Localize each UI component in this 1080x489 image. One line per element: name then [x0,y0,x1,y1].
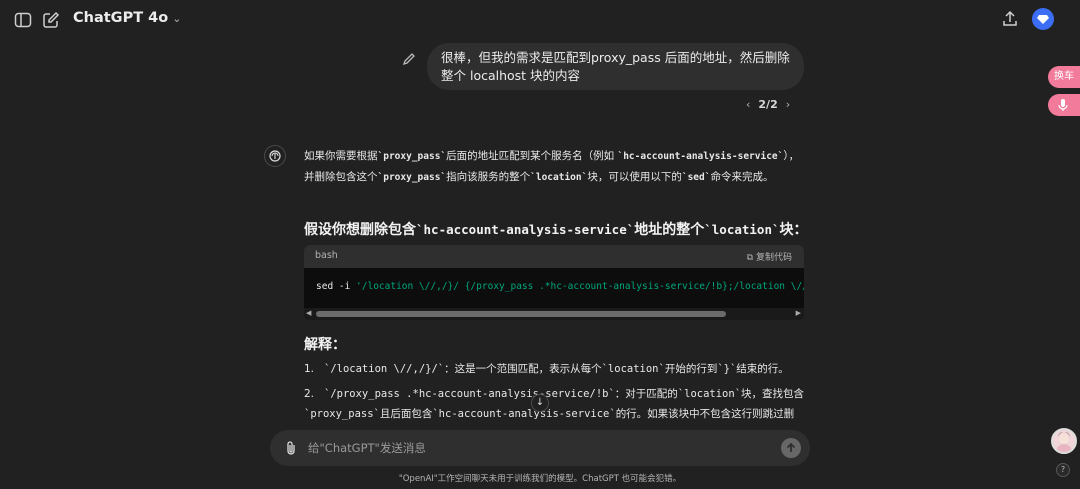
text-segment: 开始的行到 [664,363,718,375]
list-item: 2. `/proxy_pass .*hc-account-analysis-ser… [304,384,804,424]
footer-disclaimer: "OpenAI"工作空间聊天未用于训练我们的模型。ChatGPT 也可能会犯错。 [398,474,682,484]
horizontal-scrollbar[interactable]: ◀ ▶ [304,308,804,320]
list-item: 1. `/location \//,/}/`：这是一个范围匹配，表示从每个`loc… [304,359,804,379]
heading-text: 块： [779,222,808,238]
scroll-down-arrow-icon[interactable]: ↓ [531,394,549,412]
message-pager: ‹ 2/2 › [742,98,794,111]
heading-code: `hc-account-analysis-service` [416,222,635,237]
code-block: bash ⧉ 复制代码 sed -i '/location \//,/}/ {/… [304,245,804,320]
attach-paperclip-icon[interactable] [284,440,298,456]
microphone-icon [1058,99,1068,111]
sidebar-toggle-icon[interactable] [14,11,32,29]
next-version-button[interactable]: › [782,98,794,111]
text-segment: 块，可以使用以下的 [587,171,682,183]
help-button[interactable]: ? [1056,463,1070,477]
inline-code: `}` [717,363,737,375]
text-segment: 后面的地址匹配到某个服务名（例如 [446,150,618,162]
code-command: sed -i [316,281,357,292]
list-number: 2. [304,388,315,400]
scroll-left-arrow-icon[interactable]: ◀ [306,309,311,317]
user-message-text: 很棒，但我的需求是匹配到proxy_pass 后面的地址，然后删除整个 loca… [441,50,790,83]
inline-code: `location` [530,172,588,183]
chevron-down-icon: ⌄ [172,12,182,25]
scroll-right-arrow-icon[interactable]: ▶ [796,309,801,317]
section-heading-1: 假设你想删除包含`hc-account-analysis-service`地址的… [304,219,808,239]
inline-code: `/location \//,/}/` [324,363,445,375]
version-count: 2/2 [758,98,778,111]
copy-icon: ⧉ [746,253,754,263]
user-avatar[interactable] [1051,428,1077,454]
list-number: 1. [304,363,315,375]
edit-message-icon[interactable] [402,51,416,66]
send-button[interactable] [781,438,801,458]
inline-code: `proxy_pass` [304,408,380,420]
text-segment: 指向该服务的整个 [446,171,531,183]
heading-text: 地址的整个 [634,222,705,238]
inline-code: `hc-account-analysis-service` [432,408,616,420]
assistant-intro-text: 如果你需要根据`proxy_pass`后面的地址匹配到某个服务名（例如 `hc-… [304,146,804,188]
text-segment: ：这是一个范围匹配，表示从每个 [444,363,602,375]
top-bar: ChatGPT 4o ⌄ [0,0,1080,40]
text-segment: ：对于匹配的 [614,388,678,400]
user-message-bubble: 很棒，但我的需求是匹配到proxy_pass 后面的地址，然后删除整个 loca… [427,43,804,90]
diamond-icon[interactable] [1032,8,1054,30]
heading-code: `location` [704,222,780,237]
inline-code: `/proxy_pass .*hc-account-analysis-servi… [324,388,615,400]
inline-code: `hc-account-analysis-service` [617,151,784,162]
scrollbar-thumb[interactable] [316,311,726,317]
code-content[interactable]: sed -i '/location \//,/}/ {/proxy_pass .… [304,268,804,308]
new-chat-icon[interactable] [42,11,60,29]
inline-code: `proxy_pass` [377,172,447,183]
text-segment: 如果你需要根据 [304,150,378,162]
code-block-header: bash ⧉ 复制代码 [304,245,804,268]
upload-icon[interactable] [1001,10,1019,28]
microphone-button[interactable] [1048,94,1080,116]
text-segment: 的行。如果该块中不包含这行则跳过删 [615,408,795,420]
arrow-up-icon [786,442,796,452]
prev-version-button[interactable]: ‹ [742,98,754,111]
text-segment: 块，查找包含 [741,388,805,400]
code-language: bash [315,250,338,261]
chatgpt-logo-icon [264,145,286,167]
text-segment: 命令来完成。 [710,171,774,183]
copy-label: 复制代码 [755,253,792,263]
text-segment: 且后面包含 [379,408,433,420]
heading-text: 假设你想删除包含 [304,222,416,238]
inline-code: `proxy_pass` [377,151,447,162]
model-selector[interactable]: ChatGPT 4o ⌄ [73,10,181,26]
inline-code: `location` [601,363,665,375]
code-argument: '/location \//,/}/ {/proxy_pass .*hc-acc… [356,281,804,292]
swap-button[interactable]: 换车 [1048,66,1080,88]
inline-code: `location` [677,388,742,400]
copy-code-button[interactable]: ⧉ 复制代码 [747,250,792,263]
message-input[interactable] [306,438,766,458]
inline-code: `sed` [681,172,711,183]
message-composer [270,430,810,466]
chat-page: ChatGPT 4o ⌄ 很棒，但我的需求是匹配到proxy_pass 后面的地址… [0,0,1080,489]
model-name: ChatGPT 4o [73,10,169,26]
text-segment: 结束的行。 [736,363,789,375]
section-heading-2: 解释： [304,337,346,353]
